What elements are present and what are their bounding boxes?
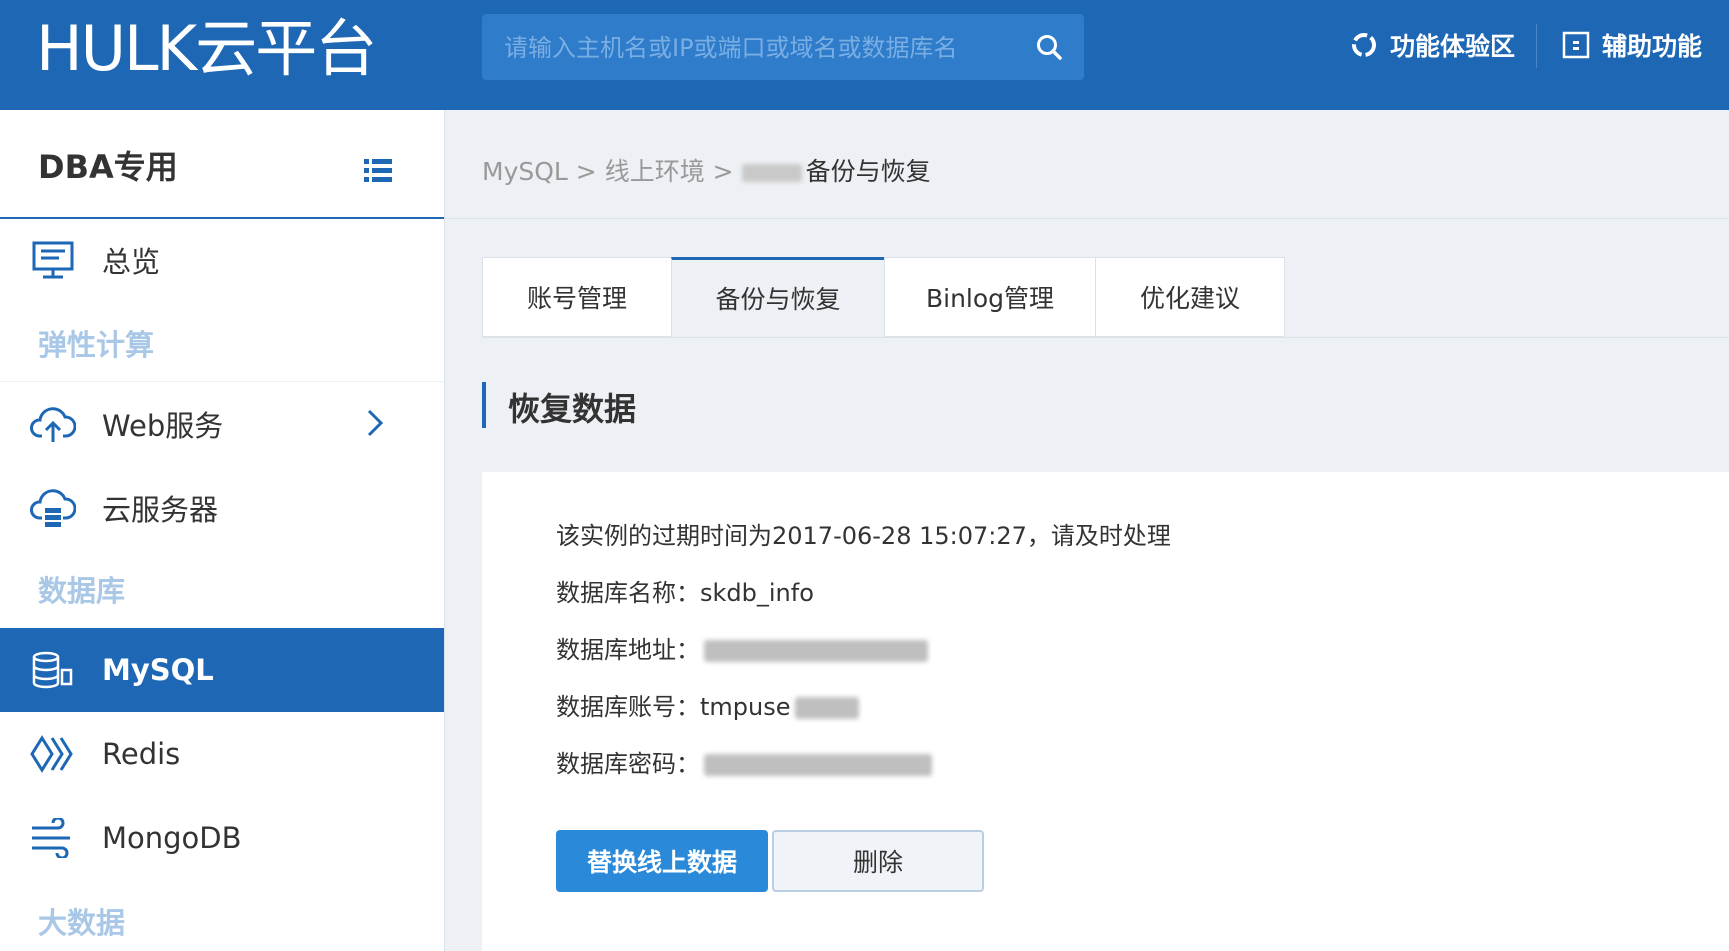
tab-optimization[interactable]: 优化建议: [1095, 257, 1285, 337]
sidebar-item-overview[interactable]: 总览: [0, 218, 444, 302]
sidebar-section-bigdata: 大数据: [38, 906, 126, 940]
accessibility-button[interactable]: 辅助功能: [1562, 22, 1702, 68]
lab-area-button[interactable]: 功能体验区: [1350, 22, 1515, 68]
lab-icon: [1352, 33, 1376, 57]
breadcrumb-separator: >: [712, 157, 734, 186]
breadcrumb: MySQL > 线上环境 > 备份与恢复: [482, 152, 931, 188]
accessibility-icon: [1562, 31, 1590, 59]
replace-online-data-button[interactable]: 替换线上数据: [556, 830, 768, 892]
database-icon: [30, 648, 76, 692]
breadcrumb-divider: [444, 218, 1729, 219]
sidebar-item-mongodb[interactable]: MongoDB: [0, 796, 444, 880]
db-password-label: 数据库密码：: [556, 750, 700, 778]
section-accent: [482, 382, 486, 428]
header-divider: [1536, 24, 1537, 68]
chevron-right-icon: [366, 408, 384, 442]
breadcrumb-current: 备份与恢复: [805, 157, 931, 186]
redacted-port: [741, 164, 802, 182]
sidebar-title: DBA专用: [38, 148, 178, 186]
sidebar-item-web-service[interactable]: Web服务: [0, 382, 444, 466]
sidebar-header: DBA专用: [0, 110, 444, 219]
db-name-row: 数据库名称：skdb_info: [556, 573, 814, 608]
cloud-upload-icon: [30, 402, 76, 446]
tab-binlog[interactable]: Binlog管理: [884, 257, 1096, 337]
restore-card: 该实例的过期时间为2017-06-28 15:07:27，请及时处理 数据库名称…: [482, 472, 1729, 951]
db-account-label: 数据库账号：: [556, 693, 700, 721]
redacted-address: [704, 640, 928, 662]
sidebar-item-label: MongoDB: [102, 821, 242, 855]
breadcrumb-item-env[interactable]: 线上环境: [605, 157, 705, 186]
sidebar-section-database: 数据库: [38, 574, 126, 608]
delete-button[interactable]: 删除: [772, 830, 984, 892]
sidebar-item-label: 云服务器: [102, 493, 219, 527]
db-address-row: 数据库地址：: [556, 630, 928, 665]
db-name-label: 数据库名称：: [556, 579, 700, 607]
sidebar-item-mysql[interactable]: MySQL: [0, 628, 444, 712]
accessibility-label: 辅助功能: [1602, 32, 1703, 61]
sidebar-item-redis[interactable]: Redis: [0, 712, 444, 796]
top-bar: HULK云平台 功能体验区 辅助功能: [0, 0, 1729, 110]
breadcrumb-item-mysql[interactable]: MySQL: [482, 157, 568, 186]
sidebar-item-cloud-server[interactable]: 云服务器: [0, 466, 444, 550]
db-address-label: 数据库地址：: [556, 636, 700, 664]
tabs-baseline: [482, 337, 1729, 338]
expire-notice: 该实例的过期时间为2017-06-28 15:07:27，请及时处理: [556, 522, 1171, 550]
sidebar-item-label: Redis: [102, 737, 181, 771]
redacted-account-suffix: [794, 697, 859, 719]
section-title: 恢复数据: [508, 390, 637, 428]
search-input[interactable]: [502, 14, 1006, 82]
sidebar: DBA专用 总览 弹性计算 Web服务 云服务器 数据库 MySQL Redis…: [0, 110, 445, 951]
db-account-row: 数据库账号：tmpuse: [556, 687, 859, 722]
redis-icon: [30, 732, 76, 776]
tab-backup-restore[interactable]: 备份与恢复: [671, 257, 885, 337]
search-icon[interactable]: [1028, 26, 1070, 68]
mongodb-icon: [30, 816, 76, 860]
monitor-icon: [30, 238, 76, 282]
logo[interactable]: HULK云平台: [36, 12, 377, 86]
tab-account-management[interactable]: 账号管理: [482, 257, 672, 337]
list-menu-icon[interactable]: [364, 158, 392, 188]
breadcrumb-separator: >: [575, 157, 597, 186]
sidebar-item-label: 总览: [102, 245, 161, 279]
sidebar-item-label: MySQL: [102, 653, 214, 687]
db-account-value: tmpuse: [700, 693, 791, 721]
global-search: [482, 14, 1084, 82]
cloud-server-icon: [30, 486, 76, 530]
db-password-row: 数据库密码：: [556, 744, 932, 779]
lab-area-label: 功能体验区: [1390, 32, 1516, 61]
sidebar-item-label: Web服务: [102, 409, 224, 443]
redacted-password: [704, 754, 932, 776]
sidebar-section-compute: 弹性计算: [38, 328, 155, 362]
db-name-value: skdb_info: [700, 579, 814, 607]
